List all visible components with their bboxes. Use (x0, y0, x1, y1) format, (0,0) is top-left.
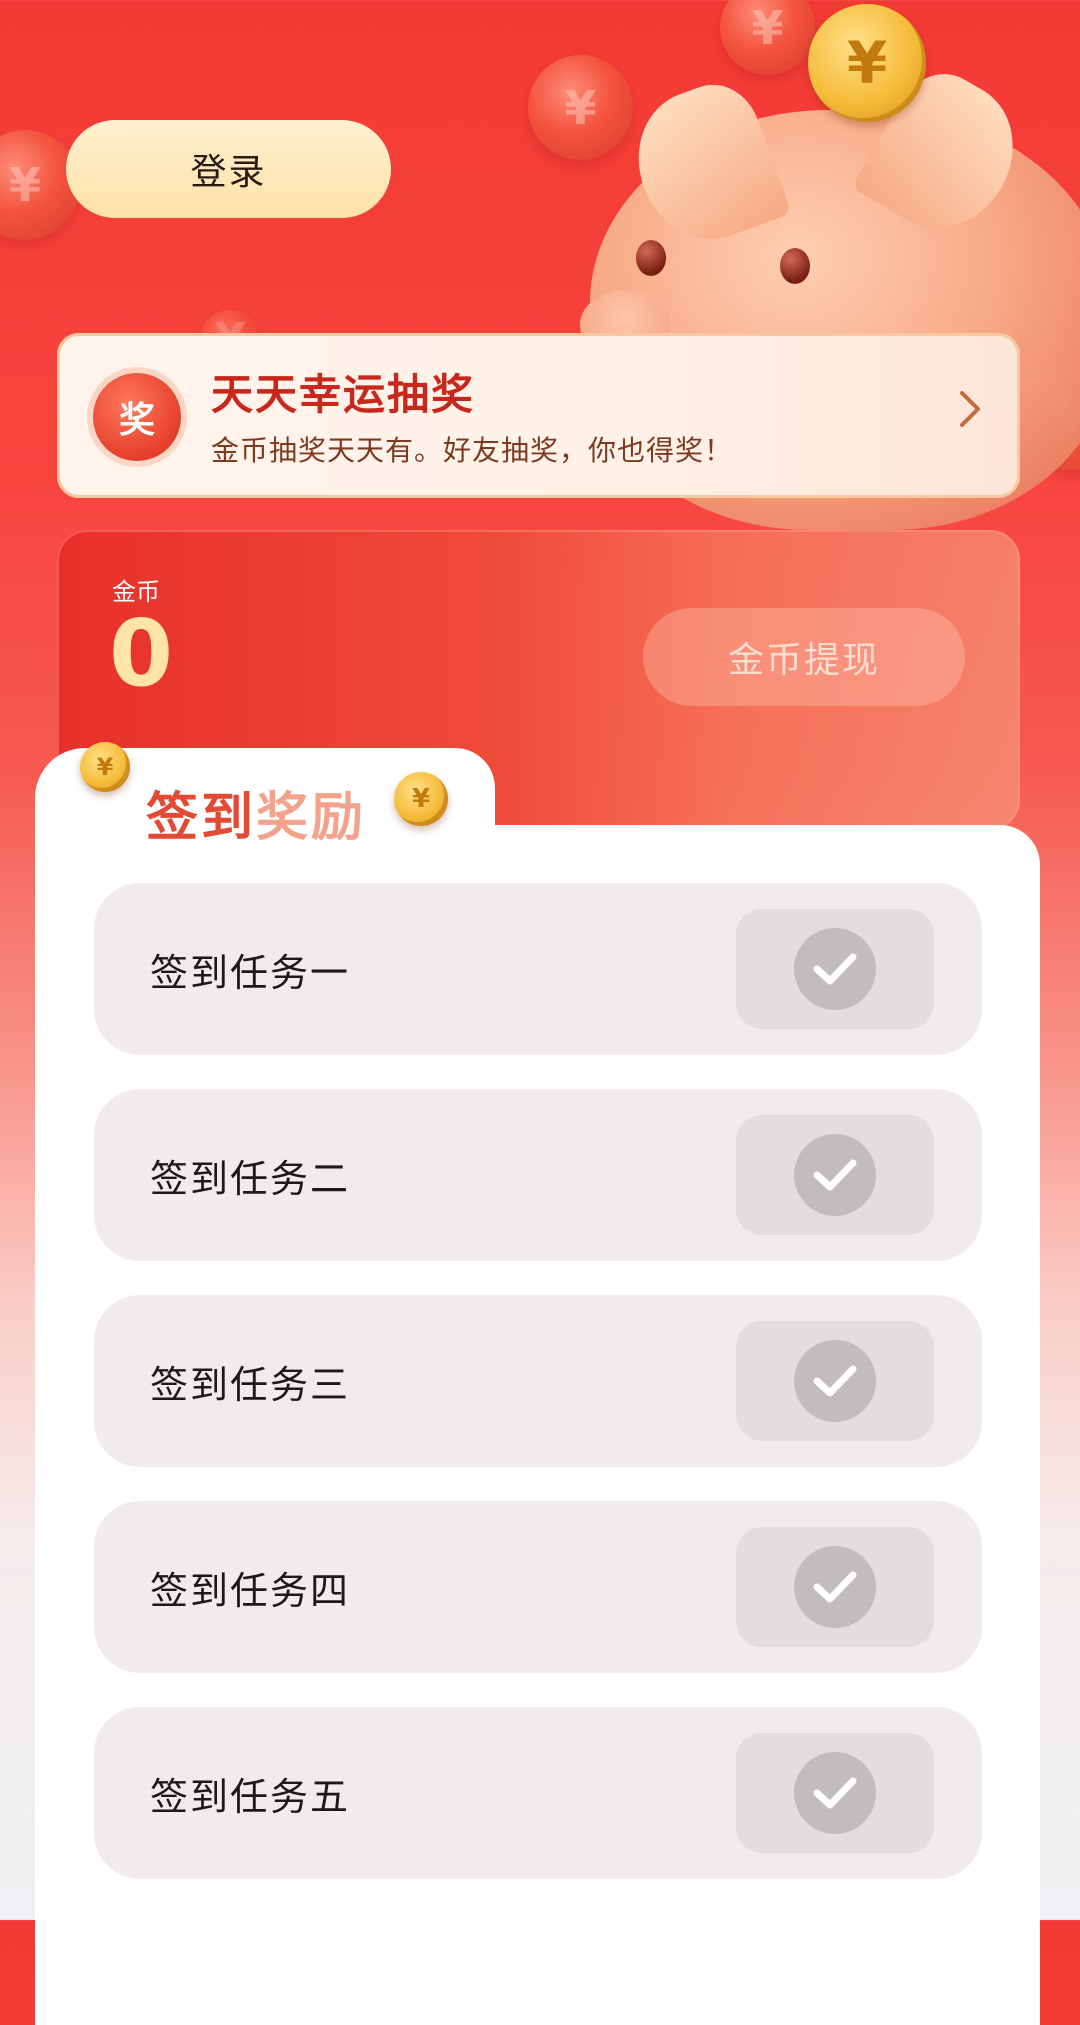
signin-task-check-button[interactable] (736, 1527, 934, 1647)
signin-task-label: 签到任务五 (150, 1774, 351, 1819)
signin-task-check-button[interactable] (736, 1321, 934, 1441)
signin-task-label: 签到任务二 (150, 1156, 351, 1201)
gold-coin-icon: ¥ (80, 742, 130, 792)
check-icon (794, 928, 876, 1010)
piggy-bank-eye (780, 248, 810, 284)
signin-task-check-button[interactable] (736, 909, 934, 1029)
signin-task-check-button[interactable] (736, 1733, 934, 1853)
chevron-right-icon[interactable] (958, 389, 982, 440)
prize-icon: 奖 (93, 373, 181, 461)
gold-coin-icon: ¥ (394, 772, 448, 826)
signin-task-row: 签到任务二 (94, 1089, 982, 1261)
check-icon (794, 1134, 876, 1216)
signin-task-label: 签到任务四 (150, 1568, 351, 1613)
signin-task-label: 签到任务三 (150, 1362, 351, 1407)
gold-coin-icon: ¥ (808, 4, 926, 122)
signin-title-part1: 签到 (146, 788, 257, 848)
withdraw-coins-button[interactable]: 金币提现 (643, 608, 965, 706)
signin-rewards-title: 签到奖励 (146, 775, 366, 850)
check-icon (794, 1752, 876, 1834)
signin-task-list: 签到任务一 签到任务二 签到任务三 签到任务四 签到任务五 (94, 883, 982, 1913)
check-icon (794, 1340, 876, 1422)
lucky-draw-title: 天天幸运抽奖 (211, 370, 476, 419)
background-coin-decoration (720, 0, 815, 75)
signin-task-label: 签到任务一 (150, 950, 351, 995)
signin-task-row: 签到任务三 (94, 1295, 982, 1467)
signin-task-check-button[interactable] (736, 1115, 934, 1235)
piggy-bank-eye (636, 240, 666, 276)
signin-task-row: 签到任务一 (94, 883, 982, 1055)
signin-task-row: 签到任务五 (94, 1707, 982, 1879)
lucky-draw-card[interactable]: 奖 天天幸运抽奖 金币抽奖天天有。好友抽奖，你也得奖！ (57, 333, 1020, 498)
lucky-draw-subtitle: 金币抽奖天天有。好友抽奖，你也得奖！ (211, 434, 734, 467)
check-icon (794, 1546, 876, 1628)
signin-title-part2: 奖励 (256, 788, 367, 848)
coin-balance-value: 0 (109, 600, 174, 707)
signin-task-row: 签到任务四 (94, 1501, 982, 1673)
login-button[interactable]: 登录 (66, 120, 391, 218)
